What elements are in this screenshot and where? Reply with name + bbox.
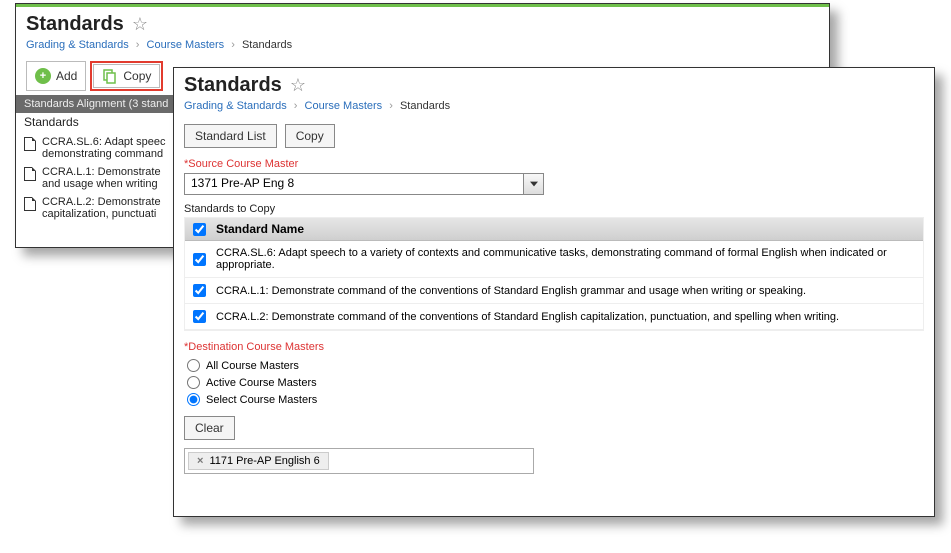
row-checkbox[interactable] (193, 310, 206, 323)
content-area: Standard List Copy *Source Course Master… (174, 116, 934, 482)
radio-input[interactable] (187, 359, 200, 372)
copy-button[interactable]: Copy (93, 64, 160, 88)
row-text: CCRA.L.1: Demonstrate command of the con… (216, 285, 806, 297)
select-all-checkbox[interactable] (193, 223, 206, 236)
dropdown-toggle[interactable] (524, 173, 544, 195)
standards-to-copy-label: Standards to Copy (184, 203, 924, 215)
document-icon (24, 137, 36, 151)
destination-label: *Destination Course Masters (184, 341, 924, 353)
radio-select-masters[interactable]: Select Course Masters (184, 391, 924, 408)
chip-label: 1171 Pre-AP English 6 (209, 455, 319, 467)
add-button[interactable]: + Add (26, 61, 86, 91)
plus-icon: + (35, 68, 51, 84)
favorite-star-icon[interactable]: ☆ (132, 14, 148, 35)
radio-all-masters[interactable]: All Course Masters (184, 357, 924, 374)
table-header-row: Standard Name (185, 218, 923, 241)
row-checkbox[interactable] (193, 284, 206, 297)
radio-input[interactable] (187, 376, 200, 389)
selected-destinations-box[interactable]: × 1171 Pre-AP English 6 (184, 448, 534, 474)
breadcrumb-grading[interactable]: Grading & Standards (184, 100, 287, 112)
chevron-right-icon: › (294, 100, 298, 112)
view-buttons: Standard List Copy (184, 124, 924, 148)
standard-list-button[interactable]: Standard List (184, 124, 277, 148)
radio-input[interactable] (187, 393, 200, 406)
column-header-name: Standard Name (216, 222, 304, 236)
radio-label: All Course Masters (206, 360, 299, 372)
chevron-right-icon: › (389, 100, 393, 112)
source-course-select[interactable]: 1371 Pre-AP Eng 8 (184, 173, 924, 195)
breadcrumb-current: Standards (242, 39, 292, 51)
destination-chip: × 1171 Pre-AP English 6 (188, 452, 329, 470)
document-icon (24, 167, 36, 181)
breadcrumb-current: Standards (400, 100, 450, 112)
standards-copy-window: Standards ☆ Grading & Standards › Course… (173, 67, 935, 517)
window-header: Standards ☆ Grading & Standards › Course… (16, 7, 829, 55)
list-item-text: CCRA.SL.6: Adapt speec demonstrating com… (42, 136, 166, 160)
breadcrumb: Grading & Standards › Course Masters › S… (26, 39, 819, 51)
remove-chip-icon[interactable]: × (197, 455, 203, 467)
document-icon (24, 197, 36, 211)
destination-radio-group: All Course Masters Active Course Masters… (184, 357, 924, 408)
chevron-down-icon (530, 180, 538, 188)
page-title: Standards (26, 13, 124, 36)
clear-button[interactable]: Clear (184, 416, 235, 440)
add-button-label: Add (56, 69, 77, 83)
row-text: CCRA.SL.6: Adapt speech to a variety of … (216, 247, 915, 271)
table-row: CCRA.L.1: Demonstrate command of the con… (185, 278, 923, 304)
row-checkbox[interactable] (193, 253, 206, 266)
window-header: Standards ☆ Grading & Standards › Course… (174, 68, 934, 116)
breadcrumb-grading[interactable]: Grading & Standards (26, 39, 129, 51)
radio-label: Active Course Masters (206, 377, 317, 389)
breadcrumb: Grading & Standards › Course Masters › S… (184, 100, 924, 112)
copy-icon (102, 68, 118, 84)
favorite-star-icon[interactable]: ☆ (290, 75, 306, 96)
source-course-label: *Source Course Master (184, 158, 924, 170)
table-row: CCRA.L.2: Demonstrate command of the con… (185, 304, 923, 330)
copy-view-button[interactable]: Copy (285, 124, 335, 148)
copy-button-label: Copy (123, 69, 151, 83)
standards-table: Standard Name CCRA.SL.6: Adapt speech to… (184, 217, 924, 331)
copy-button-highlight: Copy (90, 61, 163, 91)
list-item-text: CCRA.L.2: Demonstrate capitalization, pu… (42, 196, 161, 220)
source-course-value[interactable]: 1371 Pre-AP Eng 8 (184, 173, 524, 195)
radio-active-masters[interactable]: Active Course Masters (184, 374, 924, 391)
chevron-right-icon: › (231, 39, 235, 51)
breadcrumb-course-masters[interactable]: Course Masters (147, 39, 225, 51)
row-text: CCRA.L.2: Demonstrate command of the con… (216, 311, 839, 323)
chevron-right-icon: › (136, 39, 140, 51)
table-row: CCRA.SL.6: Adapt speech to a variety of … (185, 241, 923, 278)
breadcrumb-course-masters[interactable]: Course Masters (305, 100, 383, 112)
radio-label: Select Course Masters (206, 394, 317, 406)
list-item-text: CCRA.L.1: Demonstrate and usage when wri… (42, 166, 161, 190)
page-title: Standards (184, 74, 282, 97)
